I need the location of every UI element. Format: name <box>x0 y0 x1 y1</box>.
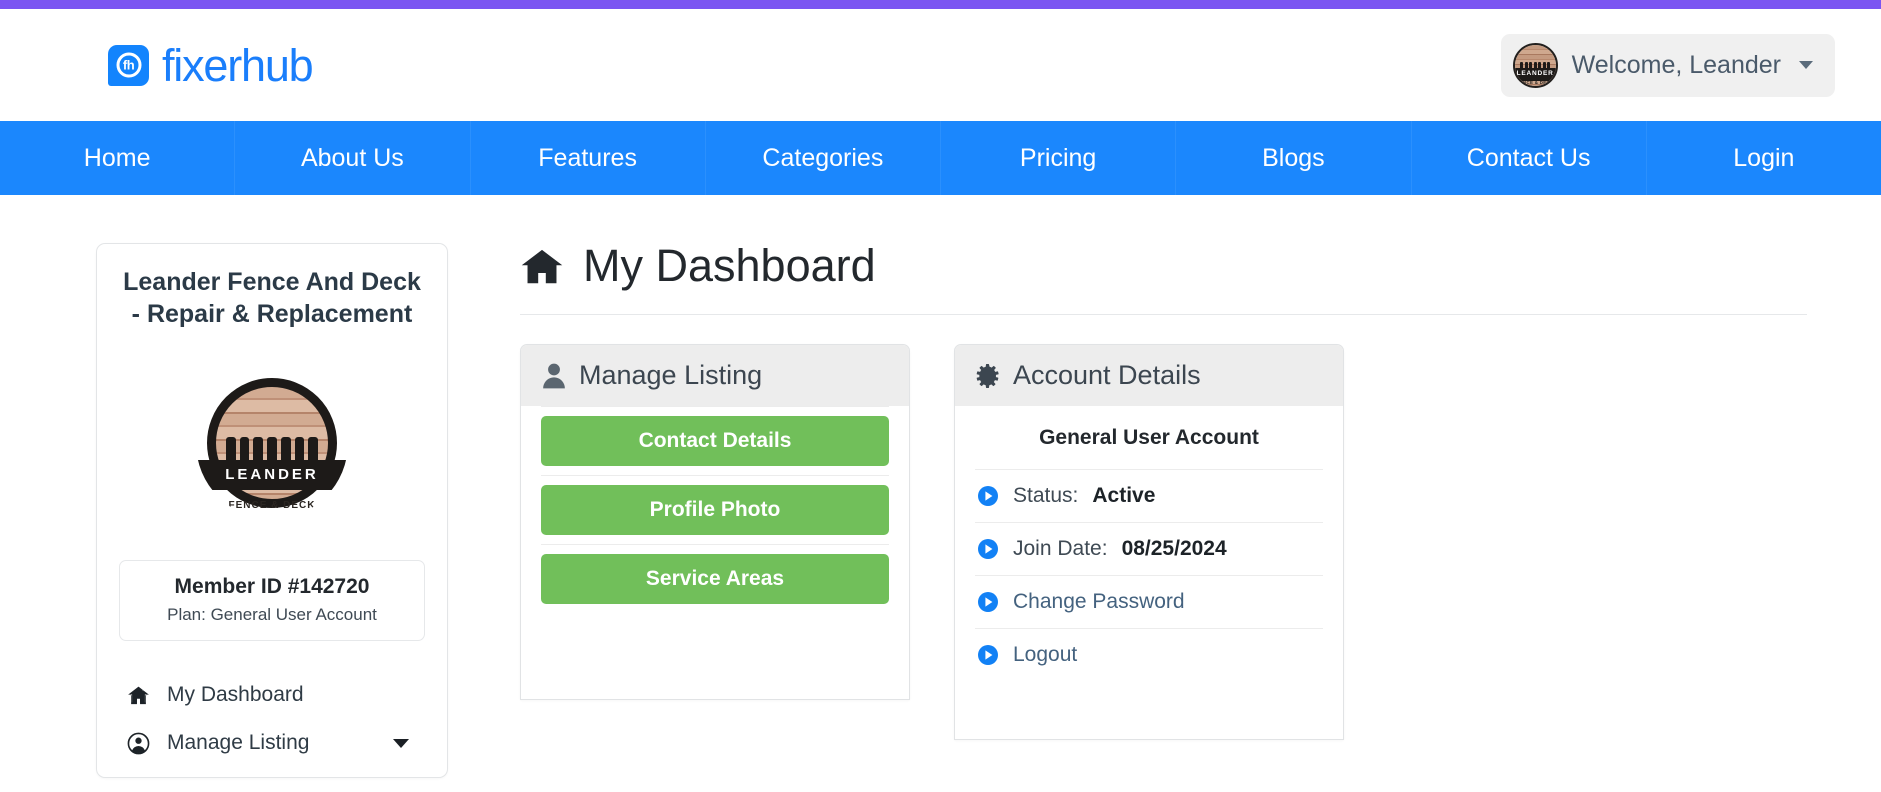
nav-item-blogs[interactable]: Blogs <box>1176 121 1412 195</box>
page-title: My Dashboard <box>520 243 1807 288</box>
sidebar-item-label: My Dashboard <box>167 683 304 707</box>
brand-mark-text: fh <box>122 57 135 73</box>
account-row-value: 08/25/2024 <box>1121 537 1227 560</box>
user-icon <box>543 363 565 388</box>
account-details-card: Account Details General User Account Sta… <box>954 344 1344 740</box>
member-id: Member ID #142720 <box>174 575 370 598</box>
sidebar-item-label: Manage Listing <box>167 731 310 755</box>
logo-sub: FENCE & DECK <box>228 500 316 511</box>
title-divider <box>520 314 1807 315</box>
sidebar-links: My Dashboard Manage Listing <box>119 671 425 777</box>
user-circle-icon <box>127 732 150 755</box>
profile-card: Leander Fence And Deck - Repair & Replac… <box>96 243 448 779</box>
brand-name: fixerhub <box>162 39 314 91</box>
account-row-join-date: Join Date: 08/25/2024 <box>975 522 1323 575</box>
page-title-text: My Dashboard <box>583 240 876 291</box>
play-circle-icon <box>978 592 998 612</box>
gear-icon <box>976 363 999 388</box>
contact-details-button[interactable]: Contact Details <box>541 416 889 466</box>
nav-item-features[interactable]: Features <box>471 121 706 195</box>
account-details-body: General User Account Status: Active Join… <box>955 406 1343 739</box>
account-details-title: Account Details <box>1013 360 1201 390</box>
account-row-label: Join Date: <box>1013 537 1108 560</box>
home-icon <box>521 249 563 283</box>
logout-link[interactable]: Logout <box>975 628 1323 681</box>
account-type: General User Account <box>1039 426 1259 449</box>
fixerhub-mark-icon: fh <box>108 44 149 86</box>
main-navigation: Home About Us Features Categories Pricin… <box>0 121 1881 195</box>
logout-label: Logout <box>1013 643 1078 666</box>
button-row: Service Areas <box>541 544 889 613</box>
panel-spacer <box>541 613 889 699</box>
nav-item-categories[interactable]: Categories <box>706 121 941 195</box>
sidebar: Leander Fence And Deck - Repair & Replac… <box>0 243 520 792</box>
account-row-status: Status: Active <box>975 469 1323 522</box>
logo-name: LEANDER <box>225 466 319 484</box>
nav-item-pricing[interactable]: Pricing <box>941 121 1177 195</box>
account-details-header: Account Details <box>955 345 1343 406</box>
manage-listing-body: Contact Details Profile Photo Service Ar… <box>521 406 909 699</box>
nav-item-login[interactable]: Login <box>1647 121 1881 195</box>
chevron-down-icon <box>1799 61 1813 69</box>
button-row: Profile Photo <box>541 475 889 544</box>
button-row: Contact Details <box>541 406 889 475</box>
business-logo: LEANDER FENCE & DECK <box>184 348 360 538</box>
top-accent-bar <box>0 0 1881 9</box>
play-circle-icon <box>978 486 998 506</box>
chevron-down-icon[interactable] <box>393 738 409 748</box>
member-info-box: Member ID #142720 Plan: General User Acc… <box>119 560 425 642</box>
change-password-label: Change Password <box>1013 590 1185 613</box>
play-circle-icon <box>978 539 998 559</box>
home-icon <box>128 686 149 704</box>
avatar-name: LEANDER <box>1516 70 1554 78</box>
manage-listing-card: Manage Listing Contact Details Profile P… <box>520 344 910 700</box>
nav-item-home[interactable]: Home <box>0 121 236 195</box>
manage-listing-title: Manage Listing <box>579 360 763 390</box>
dashboard-cards: Manage Listing Contact Details Profile P… <box>520 344 1807 740</box>
account-row-value: Active <box>1092 484 1156 507</box>
member-plan: Plan: General User Account <box>167 605 377 625</box>
page-body: Leander Fence And Deck - Repair & Replac… <box>0 195 1881 792</box>
welcome-label: Welcome, Leander <box>1571 50 1781 79</box>
change-password-link[interactable]: Change Password <box>975 575 1323 628</box>
account-row-label: Status: <box>1013 484 1079 507</box>
profile-photo-button[interactable]: Profile Photo <box>541 485 889 535</box>
main-content: My Dashboard Manage Listing Contact Deta… <box>520 243 1881 792</box>
user-menu-button[interactable]: LEANDER FENCE & DECK Welcome, Leander <box>1500 33 1835 97</box>
service-areas-button[interactable]: Service Areas <box>541 554 889 604</box>
nav-item-contact-us[interactable]: Contact Us <box>1412 121 1647 195</box>
sidebar-item-my-dashboard[interactable]: My Dashboard <box>119 671 425 719</box>
business-name: Leander Fence And Deck - Repair & Replac… <box>123 268 421 328</box>
avatar-sub: FENCE & DECK <box>1516 79 1554 85</box>
avatar: LEANDER FENCE & DECK <box>1512 42 1558 88</box>
manage-listing-header: Manage Listing <box>521 345 909 406</box>
site-header: fh fixerhub LEANDER FENCE & DECK Welcome… <box>0 9 1881 121</box>
sidebar-item-manage-listing[interactable]: Manage Listing <box>119 719 425 767</box>
brand-logo[interactable]: fh fixerhub <box>108 39 314 91</box>
nav-item-about-us[interactable]: About Us <box>235 121 471 195</box>
panel-spacer <box>975 681 1323 739</box>
play-circle-icon <box>978 645 998 665</box>
